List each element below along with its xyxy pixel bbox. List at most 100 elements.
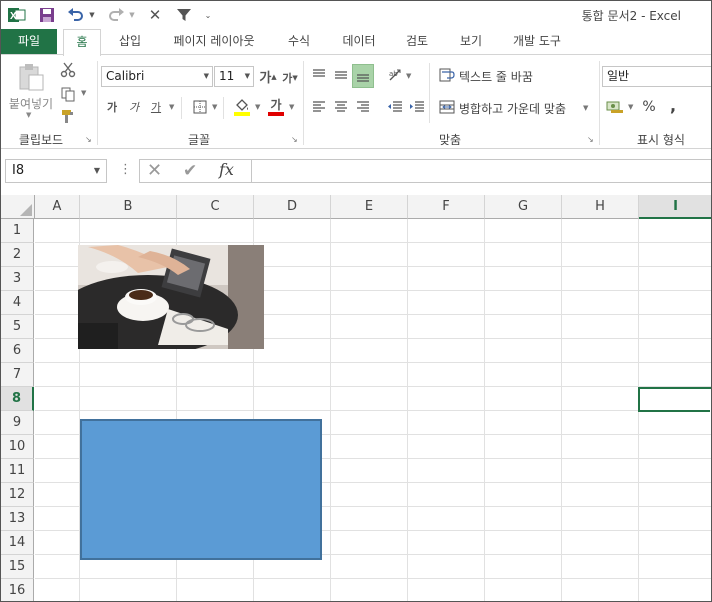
more-options-icon[interactable]: ⋮ (119, 163, 132, 177)
shrink-font-button[interactable]: 가 ▼ (279, 67, 301, 88)
align-top-icon[interactable] (309, 65, 329, 85)
active-cell-i8[interactable] (638, 387, 711, 414)
tab-file[interactable]: 파일 (1, 29, 57, 55)
underline-button[interactable]: 가 (147, 97, 165, 117)
filter-icon[interactable] (173, 5, 195, 25)
row-header[interactable]: 4 (1, 291, 34, 315)
borders-dropdown-icon[interactable]: ▼ (212, 103, 217, 111)
row-header[interactable]: 10 (1, 435, 34, 459)
column-header-e[interactable]: E (331, 195, 408, 219)
window-title: 통합 문서2 - Excel (581, 9, 681, 23)
column-header-i[interactable]: I (639, 195, 711, 219)
copy-dropdown-icon[interactable]: ▼ (81, 89, 86, 97)
orientation-icon[interactable]: ab (385, 65, 407, 85)
merge-dropdown-icon[interactable]: ▼ (583, 104, 588, 112)
row-header[interactable]: 9 (1, 411, 34, 435)
font-color-dropdown-icon[interactable]: ▼ (289, 103, 294, 111)
row-header[interactable]: 14 (1, 531, 34, 555)
column-header-a[interactable]: A (35, 195, 80, 219)
enter-icon[interactable]: ✔ (183, 161, 197, 181)
tab-home[interactable]: 홈 (63, 29, 101, 56)
insert-function-icon[interactable]: fx (219, 160, 234, 180)
align-center-icon[interactable] (331, 97, 351, 117)
row-header[interactable]: 12 (1, 483, 34, 507)
redo-dropdown-icon[interactable]: ▼ (127, 5, 137, 25)
rectangle-shape[interactable] (80, 419, 322, 560)
customize-icon[interactable]: ⌄ (201, 5, 215, 25)
row-header[interactable]: 2 (1, 243, 34, 267)
fill-dropdown-icon[interactable]: ▼ (255, 103, 260, 111)
cancel-icon[interactable]: ✕ (147, 161, 162, 181)
column-header-d[interactable]: D (254, 195, 331, 219)
wrap-text-icon[interactable] (437, 65, 457, 85)
save-icon[interactable] (37, 5, 57, 25)
italic-button[interactable]: 가 (125, 97, 143, 117)
tab-formulas[interactable]: 수식 (277, 29, 321, 55)
select-all-corner[interactable] (1, 195, 35, 219)
column-header-h[interactable]: H (562, 195, 639, 219)
column-header-c[interactable]: C (177, 195, 254, 219)
tab-developer[interactable]: 개발 도구 (501, 29, 573, 55)
copy-icon[interactable] (57, 83, 79, 105)
row-header[interactable]: 15 (1, 555, 34, 579)
name-box[interactable]: I8 ▼ (5, 159, 107, 183)
clipboard-launcher-icon[interactable]: ↘ (85, 135, 94, 144)
merge-center-label[interactable]: 병합하고 가운데 맞춤 (459, 100, 566, 117)
row-header[interactable]: 1 (1, 219, 34, 243)
tab-review[interactable]: 검토 (395, 29, 439, 55)
excel-icon[interactable]: X (7, 5, 27, 25)
grow-font-button[interactable]: 가 ▲ (257, 66, 279, 87)
alignment-launcher-icon[interactable]: ↘ (587, 135, 596, 144)
row-header[interactable]: 16 (1, 579, 34, 601)
row-header[interactable]: 13 (1, 507, 34, 531)
row-header-selected[interactable]: 8 (1, 387, 34, 411)
font-size-select[interactable]: 11 ▼ (214, 66, 254, 87)
formula-input[interactable] (251, 159, 711, 183)
undo-dropdown-icon[interactable]: ▼ (87, 5, 97, 25)
orientation-dropdown-icon[interactable]: ▼ (406, 72, 411, 80)
tab-page-layout[interactable]: 페이지 레이아웃 (159, 29, 269, 55)
cut-icon[interactable] (57, 59, 79, 81)
row-header[interactable]: 7 (1, 363, 34, 387)
column-header-f[interactable]: F (408, 195, 485, 219)
underline-dropdown-icon[interactable]: ▼ (169, 103, 174, 111)
worksheet-grid[interactable]: A B C D E F G H I 1 2 3 4 5 6 7 8 9 10 1… (1, 195, 711, 601)
paste-dropdown-icon[interactable]: ▼ (26, 111, 31, 119)
paste-button-label[interactable]: 붙여넣기 (5, 95, 57, 112)
align-middle-icon[interactable] (331, 65, 351, 85)
font-color-button[interactable]: 가 (265, 95, 287, 119)
format-painter-icon[interactable] (57, 105, 79, 127)
undo-icon[interactable] (65, 5, 87, 25)
increase-indent-icon[interactable] (407, 97, 427, 117)
number-format-select[interactable]: 일반 (602, 66, 711, 87)
row-header[interactable]: 6 (1, 339, 34, 363)
bold-button[interactable]: 가 (103, 97, 121, 117)
comma-button[interactable]: , (663, 95, 683, 115)
tab-view[interactable]: 보기 (449, 29, 493, 55)
row-header[interactable]: 3 (1, 267, 34, 291)
redo-icon[interactable] (105, 5, 127, 25)
row-header[interactable]: 5 (1, 315, 34, 339)
align-bottom-icon[interactable] (352, 64, 374, 88)
percent-button[interactable]: % (639, 97, 659, 117)
borders-icon[interactable] (189, 97, 211, 117)
font-launcher-icon[interactable]: ↘ (291, 135, 300, 144)
font-name-select[interactable]: Calibri ▼ (101, 66, 213, 87)
row-header[interactable]: 11 (1, 459, 34, 483)
gridline (35, 242, 711, 243)
decrease-indent-icon[interactable] (385, 97, 405, 117)
inserted-picture[interactable] (78, 245, 264, 349)
currency-icon[interactable] (604, 97, 626, 117)
column-header-g[interactable]: G (485, 195, 562, 219)
align-right-icon[interactable] (353, 97, 373, 117)
fill-color-button[interactable] (231, 95, 253, 119)
tab-data[interactable]: 데이터 (331, 29, 387, 55)
wrap-text-label[interactable]: 텍스트 줄 바꿈 (459, 68, 533, 85)
x-icon[interactable]: ✕ (145, 5, 165, 25)
clipboard-icon[interactable] (9, 61, 51, 93)
align-left-icon[interactable] (309, 97, 329, 117)
merge-center-icon[interactable] (437, 97, 457, 117)
tab-insert[interactable]: 삽입 (109, 29, 151, 55)
column-header-b[interactable]: B (80, 195, 177, 219)
currency-dropdown-icon[interactable]: ▼ (628, 103, 633, 111)
